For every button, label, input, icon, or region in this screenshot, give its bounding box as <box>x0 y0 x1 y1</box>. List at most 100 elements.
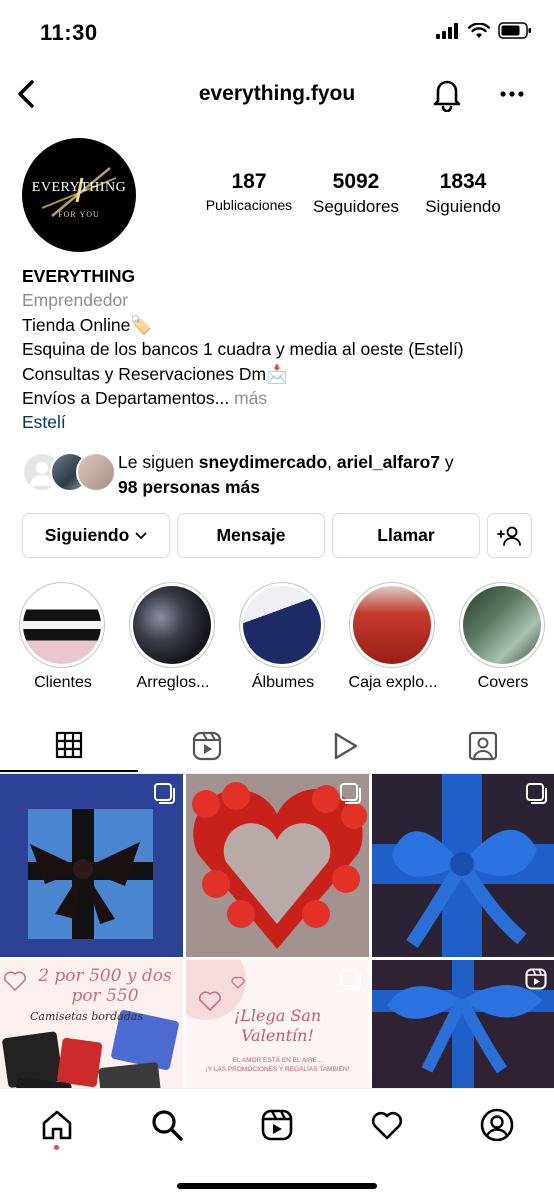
following-button-label: Siguiendo <box>44 525 130 545</box>
mutual-sep: , <box>327 452 337 472</box>
profile-stats: 187 Publicaciones 5092 Seguidores 1834 S… <box>196 170 516 230</box>
mutual-user-2: ariel_alfaro7 <box>336 452 441 472</box>
highlight-label: Covers <box>477 674 529 691</box>
mutual-user-1: sneydimercado <box>198 452 328 472</box>
tab-reels[interactable] <box>138 720 276 772</box>
profile-bio: EVERYTHING Emprendedor Tienda Online🏷️ E… <box>22 264 542 435</box>
grid-icon <box>55 731 83 759</box>
valentine-title-line-2: Valentín! <box>241 1026 314 1045</box>
multiple-images-icon <box>526 783 547 804</box>
mutual-and: y <box>440 452 454 472</box>
promo-title-line-2: por 550 <box>71 986 139 1006</box>
mutual-followers-text: Le siguen sneydimercado, ariel_alfaro7 y… <box>118 450 454 500</box>
stat-following[interactable]: 1834 Siguiendo <box>414 170 512 217</box>
bio-name: EVERYTHING <box>22 266 136 286</box>
highlight-ring <box>239 582 325 668</box>
highlight-cover-albumes <box>243 586 321 664</box>
highlight-label: Caja explo... <box>348 674 438 691</box>
play-icon <box>334 732 358 760</box>
reel-badge-icon <box>525 968 547 990</box>
highlight-cover-covers <box>463 586 541 664</box>
bio-line-4: Envíos a Departamentos... <box>22 388 230 409</box>
stat-posts-count: 187 <box>231 170 267 193</box>
message-button[interactable]: Mensaje <box>177 513 325 558</box>
chevron-down-icon <box>135 532 147 539</box>
call-button[interactable]: Llamar <box>332 513 480 558</box>
more-horizontal-icon <box>500 91 524 97</box>
highlight-label: Clientes <box>34 674 92 691</box>
promo-title-line-1: 2 por 500 y dos <box>38 966 172 986</box>
nav-search[interactable] <box>147 1105 187 1145</box>
post-thumbnail[interactable]: ¡Llega San Valentín! EL AMOR ESTÁ EN EL … <box>186 960 369 1088</box>
bio-location-link[interactable]: Estelí <box>22 410 542 434</box>
mutual-followers[interactable]: Le siguen sneydimercado, ariel_alfaro7 y… <box>22 450 542 497</box>
story-highlights: Clientes Arreglos... Álbumes Caja explo.… <box>0 582 554 702</box>
multiple-images-icon <box>154 783 175 804</box>
battery-icon <box>498 22 531 39</box>
notifications-button[interactable] <box>430 76 464 113</box>
highlight-clientes[interactable]: Clientes <box>19 582 107 691</box>
profile-avatar[interactable]: EVERYTHING FOR YOU <box>22 138 136 252</box>
valentine-sub-line-2: ¡Y LAS PROMOCIONES Y REGALÍAS TAMBIÉN! <box>205 1066 350 1073</box>
post-thumbnail[interactable] <box>372 960 554 1088</box>
reels-icon <box>192 731 222 761</box>
post-promo-title: 2 por 500 y dos por 550 <box>30 966 180 1006</box>
nav-activity[interactable] <box>367 1105 407 1145</box>
message-button-label: Mensaje <box>216 525 286 545</box>
wifi-icon <box>468 22 490 38</box>
post-thumbnail[interactable]: 2 por 500 y dos por 550 Camisetas bordad… <box>0 960 183 1088</box>
avatar-logo-subtext: FOR YOU <box>58 210 100 219</box>
profile-header: everything.fyou <box>0 70 554 120</box>
post-promo-subtitle: Camisetas bordadas <box>30 1010 143 1023</box>
avatar-logo-text: EVERYTHING <box>31 180 127 195</box>
search-icon <box>152 1110 183 1141</box>
highlight-albumes[interactable]: Álbumes <box>239 582 327 691</box>
highlight-cover-clientes <box>23 586 101 664</box>
valentine-sub-line-1: EL AMOR ESTÁ EN EL AIRE... <box>232 1057 323 1064</box>
nav-profile[interactable] <box>477 1105 517 1145</box>
bottom-navigation <box>0 1088 554 1200</box>
post-thumbnail[interactable] <box>0 774 183 957</box>
stat-followers-count: 5092 <box>332 170 380 193</box>
cellular-signal-icon <box>436 22 458 39</box>
bio-line-1: Tienda Online🏷️ <box>22 314 153 335</box>
home-notification-dot <box>54 1145 59 1150</box>
highlight-cover-arreglos <box>133 586 211 664</box>
posts-grid: 2 por 500 y dos por 550 Camisetas bordad… <box>0 774 554 1088</box>
stat-following-label: Siguiendo <box>425 197 501 216</box>
tab-tagged[interactable] <box>414 720 552 772</box>
profile-avatar-icon <box>480 1108 514 1142</box>
tagged-person-icon <box>468 731 498 761</box>
nav-reels[interactable] <box>257 1105 297 1145</box>
highlight-label: Arreglos... <box>136 674 210 691</box>
stat-followers[interactable]: 5092 Seguidores <box>304 170 408 217</box>
mutual-others: 98 personas más <box>118 477 261 497</box>
bio-category: Emprendedor <box>22 290 129 311</box>
highlight-covers[interactable]: Covers <box>459 582 547 691</box>
bell-icon <box>433 80 461 113</box>
stat-posts-label: Publicaciones <box>205 197 293 213</box>
bio-line-2: Esquina de los bancos 1 cuadra y media a… <box>22 339 464 360</box>
following-button[interactable]: Siguiendo <box>22 513 170 558</box>
stat-following-count: 1834 <box>439 170 487 193</box>
highlight-cover-caja <box>353 586 431 664</box>
more-options-button[interactable] <box>498 84 526 104</box>
status-bar: 11:30 <box>0 0 554 64</box>
suggested-people-button[interactable] <box>487 513 532 558</box>
stat-posts[interactable]: 187 Publicaciones <box>196 170 302 213</box>
highlight-caja-explosiva[interactable]: Caja explo... <box>349 582 437 691</box>
tab-grid[interactable] <box>0 720 138 772</box>
highlight-label: Álbumes <box>251 674 315 691</box>
profile-username: everything.fyou <box>198 82 356 105</box>
tab-videos[interactable] <box>276 720 414 772</box>
mutual-prefix: Le siguen <box>118 452 199 472</box>
call-button-label: Llamar <box>377 525 435 545</box>
highlight-ring <box>459 582 545 668</box>
bio-more-link[interactable]: más <box>229 388 267 408</box>
valentine-title: ¡Llega San Valentín! <box>186 1006 369 1046</box>
multiple-images-icon <box>340 783 361 804</box>
post-thumbnail[interactable] <box>372 774 554 957</box>
post-thumbnail[interactable] <box>186 774 369 957</box>
nav-home[interactable] <box>37 1105 77 1145</box>
highlight-arreglos[interactable]: Arreglos... <box>129 582 217 691</box>
